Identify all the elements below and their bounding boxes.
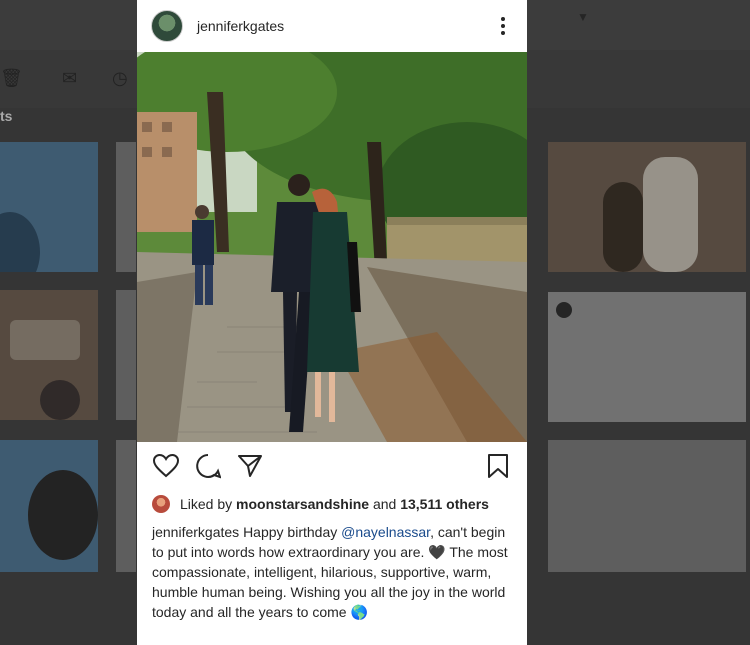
post-caption: jenniferkgates Happy birthday @nayelnass… xyxy=(137,518,527,622)
likes-summary: Liked by moonstarsandshine and 13,511 ot… xyxy=(137,490,527,518)
caption-text-before: Happy birthday xyxy=(243,524,338,540)
caption-mention[interactable]: @nayelnassar xyxy=(341,524,430,540)
likes-count[interactable]: 13,511 others xyxy=(400,496,489,512)
clock-icon: ◷ xyxy=(112,68,128,88)
likes-connector: and xyxy=(372,496,397,512)
heart-icon[interactable] xyxy=(151,451,181,481)
post-photo-illustration xyxy=(137,52,527,442)
more-options-icon[interactable] xyxy=(493,14,513,38)
post-photo[interactable] xyxy=(137,52,527,442)
background-tile xyxy=(116,290,136,420)
background-tile xyxy=(548,440,746,572)
post-header: jenniferkgates xyxy=(137,0,527,52)
dropdown-arrow-icon: ▼ xyxy=(577,10,589,24)
trash-icon: 🗑 xyxy=(0,68,23,88)
avatar[interactable] xyxy=(151,10,183,42)
background-tile xyxy=(116,142,136,272)
background-tile xyxy=(116,440,136,572)
liker-avatar[interactable] xyxy=(152,495,170,513)
background-tile xyxy=(0,142,98,272)
mail-icon: ✉ xyxy=(62,68,78,88)
likes-prefix: Liked by xyxy=(180,496,233,512)
post-modal: jenniferkgates Liked by moonstarsandshin… xyxy=(137,0,527,645)
background-tile xyxy=(548,142,746,272)
liker-username[interactable]: moonstarsandshine xyxy=(236,496,369,512)
post-actions xyxy=(137,442,527,490)
background-section-label: ts xyxy=(0,108,13,124)
background-tile xyxy=(0,290,98,420)
caption-username[interactable]: jenniferkgates xyxy=(152,524,239,540)
send-icon[interactable] xyxy=(235,451,265,481)
background-tile xyxy=(0,440,98,572)
comment-icon[interactable] xyxy=(193,451,223,481)
background-tile xyxy=(548,292,746,422)
post-username[interactable]: jenniferkgates xyxy=(197,18,493,34)
bookmark-icon[interactable] xyxy=(483,451,513,481)
